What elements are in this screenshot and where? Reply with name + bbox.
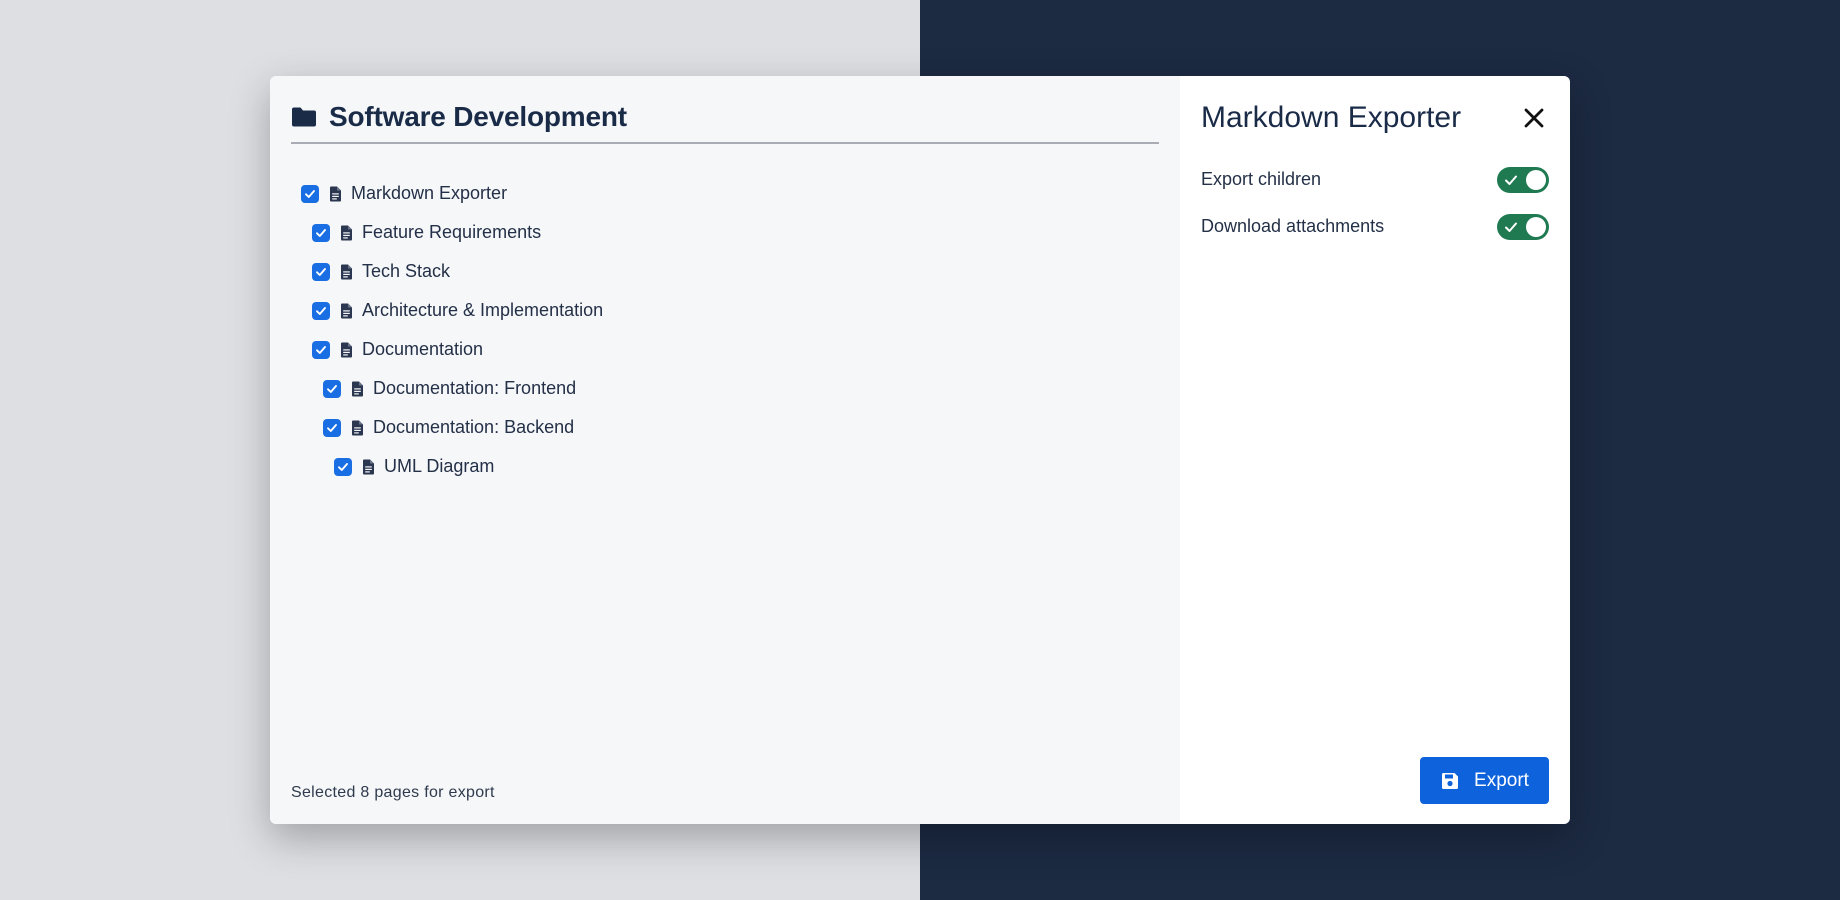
page-checkbox[interactable] bbox=[323, 418, 341, 437]
document-icon bbox=[340, 303, 353, 319]
tree-item-label: Documentation: Backend bbox=[373, 417, 575, 437]
document-icon bbox=[362, 459, 375, 475]
tree-item[interactable]: UML Diagram bbox=[291, 447, 1159, 486]
tree-item[interactable]: Feature Requirements bbox=[291, 213, 1159, 252]
space-title: Software Development bbox=[329, 101, 627, 132]
page-tree: Markdown Exporter Feature Requirements Tec… bbox=[291, 174, 1159, 486]
tree-item-label: Architecture & Implementation bbox=[362, 300, 604, 320]
page-checkbox[interactable] bbox=[312, 340, 330, 359]
tree-item[interactable]: Documentation bbox=[291, 330, 1159, 369]
selection-status: Selected 8 pages for export bbox=[291, 784, 495, 801]
tree-item[interactable]: Markdown Exporter bbox=[291, 174, 1159, 213]
export-label: Export bbox=[1474, 769, 1529, 791]
panel-title: Markdown Exporter bbox=[1201, 101, 1462, 134]
save-icon bbox=[1440, 771, 1460, 791]
option-download-attachments: Download attachments bbox=[1201, 203, 1549, 250]
panel-header: Markdown Exporter bbox=[1201, 96, 1549, 140]
tree-item-label: UML Diagram bbox=[384, 456, 495, 476]
document-icon bbox=[351, 381, 364, 397]
page-checkbox[interactable] bbox=[312, 262, 330, 281]
tree-item-label: Tech Stack bbox=[362, 261, 451, 281]
option-label: Export children bbox=[1201, 169, 1322, 189]
tree-item-label: Documentation: Frontend bbox=[373, 378, 577, 398]
tree-item[interactable]: Documentation: Backend bbox=[291, 408, 1159, 447]
tree-item-label: Feature Requirements bbox=[362, 222, 542, 242]
page-checkbox[interactable] bbox=[312, 223, 330, 242]
space-header: Software Development bbox=[291, 96, 1159, 144]
exporter-panel: Markdown Exporter Export children Downlo… bbox=[1180, 76, 1570, 824]
tree-item[interactable]: Documentation: Frontend bbox=[291, 369, 1159, 408]
option-label: Download attachments bbox=[1201, 216, 1385, 236]
export-button[interactable]: Export bbox=[1420, 757, 1549, 804]
document-icon bbox=[329, 186, 342, 202]
export-children-toggle[interactable] bbox=[1497, 166, 1549, 193]
export-modal: Software Development Markdown Exporter Fe… bbox=[270, 76, 1570, 824]
folder-icon bbox=[291, 106, 317, 128]
check-icon bbox=[1504, 173, 1518, 187]
toggle-knob bbox=[1526, 216, 1546, 237]
tree-item-label: Documentation bbox=[362, 339, 484, 359]
tree-item-label: Markdown Exporter bbox=[351, 183, 508, 203]
close-icon[interactable] bbox=[1519, 103, 1549, 133]
tree-item[interactable]: Architecture & Implementation bbox=[291, 291, 1159, 330]
check-icon bbox=[1504, 220, 1518, 234]
document-icon bbox=[340, 264, 353, 280]
document-icon bbox=[340, 342, 353, 358]
tree-item[interactable]: Tech Stack bbox=[291, 252, 1159, 291]
page-tree-pane: Software Development Markdown Exporter Fe… bbox=[270, 76, 1180, 824]
page-checkbox[interactable] bbox=[323, 379, 341, 398]
page-checkbox[interactable] bbox=[312, 301, 330, 320]
toggle-knob bbox=[1526, 169, 1546, 190]
page-checkbox[interactable] bbox=[334, 457, 352, 476]
document-icon bbox=[351, 420, 364, 436]
download-attachments-toggle[interactable] bbox=[1497, 213, 1549, 240]
document-icon bbox=[340, 225, 353, 241]
page-checkbox[interactable] bbox=[301, 184, 319, 203]
option-export-children: Export children bbox=[1201, 156, 1549, 203]
